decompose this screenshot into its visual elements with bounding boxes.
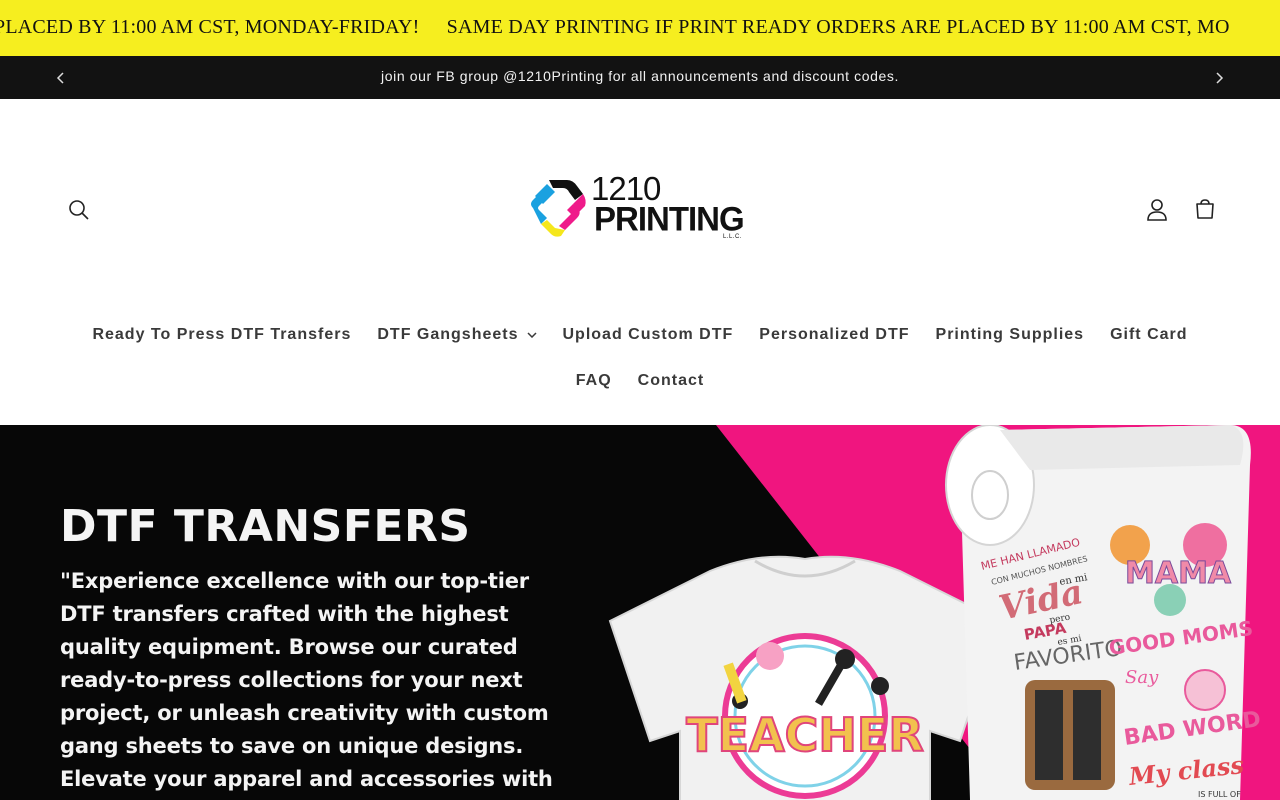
announcement-next-button[interactable] xyxy=(1208,67,1230,89)
roll-text-say: Say xyxy=(1125,667,1159,688)
hero-description: "Experience excellence with our top-tier… xyxy=(60,569,553,791)
cart-button[interactable] xyxy=(1187,191,1223,227)
site-header: 1210 PRINTING L.L.C. Ready To Press DTF … xyxy=(0,99,1280,425)
announcement-bar: join our FB group @1210Printing for all … xyxy=(0,56,1280,99)
nav-item-personalized-dtf[interactable]: Personalized DTF xyxy=(746,326,922,344)
logo-wordmark: PRINTING xyxy=(594,199,745,238)
nav-item-label: DTF Gangsheets xyxy=(377,326,519,343)
nav-item-label: Contact xyxy=(637,372,705,389)
nav-row-secondary: FAQ Contact xyxy=(0,357,1280,405)
marquee-message: SAME DAY PRINTING IF PRINT READY ORDERS … xyxy=(446,16,1230,38)
nav-item-label: Ready To Press DTF Transfers xyxy=(92,326,352,343)
nav-item-label: Printing Supplies xyxy=(935,326,1085,343)
site-logo[interactable]: 1210 PRINTING L.L.C. xyxy=(527,170,759,244)
nav-item-gift-card[interactable]: Gift Card xyxy=(1097,326,1200,344)
search-icon xyxy=(69,200,89,220)
user-icon xyxy=(1147,199,1167,221)
nav-item-label: Gift Card xyxy=(1110,326,1188,343)
account-button[interactable] xyxy=(1139,192,1175,228)
chevron-down-icon xyxy=(526,332,537,338)
logo-mark-icon xyxy=(531,180,586,237)
roll-text-mama: MAMA xyxy=(1125,556,1232,591)
nav-item-label: Personalized DTF xyxy=(759,326,910,343)
marquee-message-lead: PLACED BY 11:00 AM CST, MONDAY-FRIDAY! xyxy=(0,16,420,38)
nav-item-upload-custom-dtf[interactable]: Upload Custom DTF xyxy=(550,326,747,344)
tshirt-design-text: TEACHER xyxy=(686,708,924,762)
roll-text-is-full-of: IS FULL OF xyxy=(1198,790,1241,799)
nav-item-dtf-gangsheets[interactable]: DTF Gangsheets xyxy=(364,326,549,344)
search-button[interactable] xyxy=(61,192,97,228)
hero-banner: DTF TRANSFERS "Experience excellence wit… xyxy=(0,425,1280,800)
announcement-text[interactable]: join our FB group @1210Printing for all … xyxy=(0,68,1280,84)
logo-suffix: L.L.C. xyxy=(723,234,743,240)
nav-item-contact[interactable]: Contact xyxy=(625,372,718,390)
nav-item-faq[interactable]: FAQ xyxy=(563,372,625,390)
promo-marquee: PLACED BY 11:00 AM CST, MONDAY-FRIDAY! S… xyxy=(0,0,1280,56)
chevron-right-icon xyxy=(1216,72,1224,84)
hero-title: DTF TRANSFERS xyxy=(60,501,471,552)
nav-item-label: Upload Custom DTF xyxy=(562,326,734,343)
transfer-roll-image: ME HAN LLAMADO CON MUCHOS NOMBRES en mi … xyxy=(945,425,1260,800)
marquee-track: PLACED BY 11:00 AM CST, MONDAY-FRIDAY! S… xyxy=(0,16,1252,39)
nav-item-ready-to-press[interactable]: Ready To Press DTF Transfers xyxy=(79,326,364,344)
main-navigation: Ready To Press DTF Transfers DTF Gangshe… xyxy=(0,313,1280,405)
nav-item-printing-supplies[interactable]: Printing Supplies xyxy=(923,326,1098,344)
nav-item-label: FAQ xyxy=(575,372,612,389)
nav-row-primary: Ready To Press DTF Transfers DTF Gangshe… xyxy=(0,313,1280,357)
cart-icon xyxy=(1196,199,1214,219)
